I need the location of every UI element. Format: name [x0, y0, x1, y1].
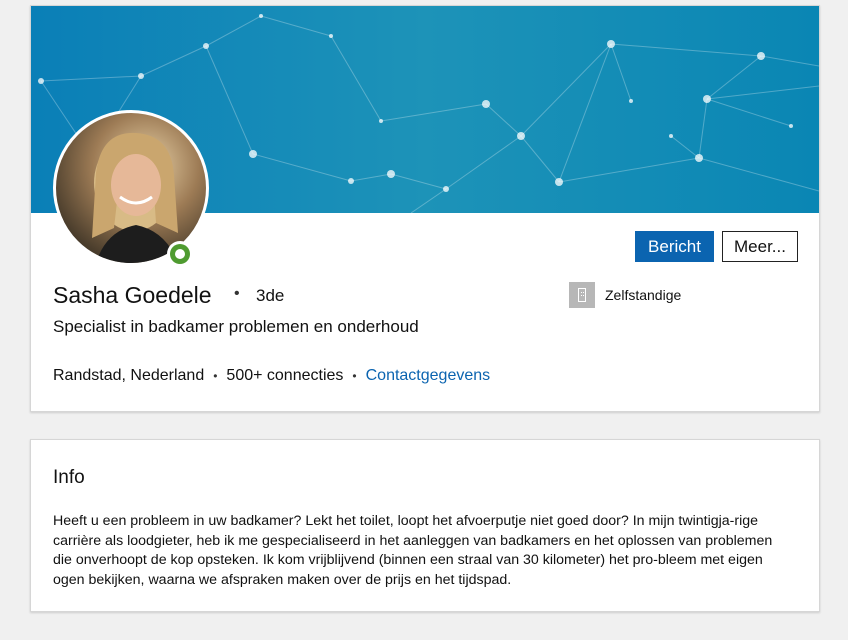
connections-count[interactable]: 500+ connecties — [226, 367, 343, 385]
company-name: Zelfstandige — [605, 287, 682, 303]
location: Randstad, Nederland — [53, 367, 205, 384]
info-title: Info — [53, 467, 85, 488]
profile-headline: Specialist in badkamer problemen en onde… — [53, 317, 419, 336]
connection-degree: 3de — [256, 286, 285, 305]
profile-meta: Randstad, Nederland • 500+ connecties • … — [53, 367, 490, 385]
contact-info-link[interactable]: Contactgegevens — [366, 367, 491, 385]
info-text: Heeft u een probleem in uw badkamer? Lek… — [53, 513, 773, 588]
building-icon — [569, 282, 595, 308]
current-company[interactable]: Zelfstandige — [569, 282, 681, 308]
more-button[interactable]: Meer... — [722, 231, 798, 262]
message-button[interactable]: Bericht — [635, 231, 714, 262]
profile-card: Bericht Meer... Sasha Goedele • 3de Spec… — [30, 5, 820, 412]
separator-dot: • — [352, 369, 357, 383]
separator-dot: • — [213, 369, 218, 383]
profile-name: Sasha Goedele — [53, 282, 212, 308]
online-status-icon — [167, 241, 193, 267]
separator-dot: • — [234, 285, 240, 302]
info-card: Info Heeft u een probleem in uw badkamer… — [30, 439, 820, 612]
